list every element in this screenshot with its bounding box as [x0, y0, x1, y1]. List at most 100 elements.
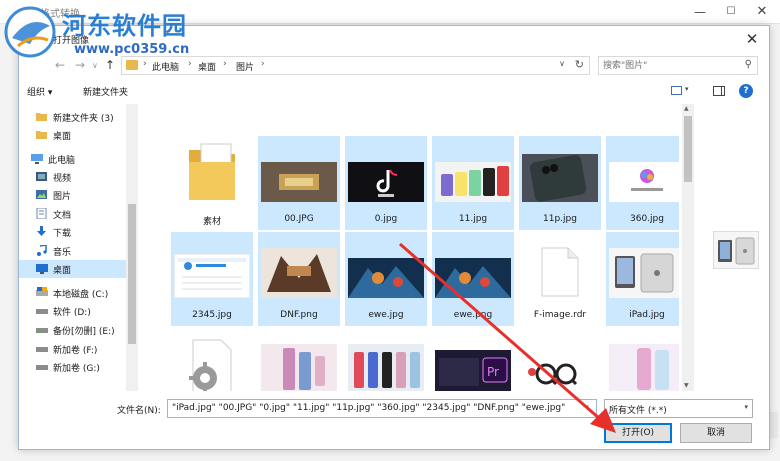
file-thumbnail	[187, 140, 237, 205]
sidebar-item-label: 本地磁盘 (C:)	[53, 290, 109, 300]
file-item[interactable]: p30.jpg	[345, 328, 427, 391]
chevron-down-icon[interactable]: ∨	[559, 59, 565, 68]
svg-text:Pr: Pr	[487, 365, 499, 379]
file-thumbnail	[609, 162, 679, 205]
close-icon[interactable]: ✕	[743, 30, 761, 48]
sidebar-item-label: 视频	[53, 174, 72, 184]
file-item[interactable]: Prpr.jpg	[432, 328, 514, 391]
file-type-value: 所有文件 (*.*)	[609, 406, 667, 416]
sidebar-item[interactable]: 新加卷 (F:)	[19, 340, 129, 358]
help-icon[interactable]: ?	[739, 84, 753, 98]
drive-icon	[36, 343, 48, 354]
file-thumbnail	[261, 344, 337, 391]
file-name: 11p.jpg	[543, 214, 577, 224]
file-name: 素材	[202, 217, 221, 227]
music-icon	[36, 244, 47, 256]
file-item[interactable]: vivo.jpg	[606, 328, 679, 391]
cancel-button[interactable]: 取消	[680, 423, 752, 443]
file-list-scrollbar[interactable]: ▲ ▼	[682, 104, 694, 391]
ipad-preview-icon	[718, 237, 755, 265]
sidebar-item[interactable]: 新建文件夹 (3)	[19, 108, 129, 126]
sidebar-scrollbar[interactable]	[126, 104, 138, 391]
new-folder-button[interactable]: 新建文件夹	[83, 85, 128, 98]
filename-input[interactable]: "iPad.jpg" "00.JPG" "0.jpg" "11.jpg" "11…	[167, 399, 597, 418]
file-item[interactable]: iPad.jpg	[606, 232, 679, 326]
preview-pane	[713, 231, 759, 269]
file-item[interactable]: OPPO.jpg	[258, 328, 340, 391]
refresh-icon[interactable]: ↻	[575, 58, 584, 71]
sidebar-item-label: 新建文件夹 (3)	[53, 114, 114, 124]
sidebar-item[interactable]: 新加卷 (G:)	[19, 358, 129, 376]
chevron-down-icon: ▾	[744, 403, 748, 411]
watermark-url: www.pc0359.cn	[74, 42, 190, 57]
chevron-down-icon[interactable]: ▾	[585, 403, 589, 411]
sidebar-item[interactable]: 此电脑	[19, 150, 129, 168]
organize-button[interactable]: 组织 ▾	[27, 85, 52, 98]
picture-icon	[36, 189, 47, 200]
file-item[interactable]: DNF.png	[258, 232, 340, 326]
sidebar-item[interactable]: 桌面	[19, 260, 129, 278]
file-item[interactable]: 360.jpg	[606, 136, 679, 230]
watermark-title: 河东软件园	[62, 11, 187, 40]
breadcrumb-separator: ›	[223, 59, 227, 69]
drive-icon	[36, 324, 48, 335]
breadcrumb-pictures[interactable]: 图片	[236, 60, 254, 73]
sidebar-item[interactable]: 文档	[19, 205, 129, 223]
watermark-logo-icon	[4, 6, 56, 58]
change-view-button[interactable]: ▾	[671, 85, 693, 99]
sidebar-item[interactable]: 图片	[19, 186, 129, 204]
file-item[interactable]: 11p.jpg	[519, 136, 601, 230]
sidebar-item-label: 音乐	[53, 248, 72, 258]
video-icon	[36, 171, 47, 182]
file-item[interactable]: LastOpen.ini	[171, 328, 253, 391]
sidebar-item[interactable]: 本地磁盘 (C:)	[19, 284, 129, 302]
open-file-dialog: 打开图像 ✕ ← → ∨ ↑ › 此电脑 › 桌面 › 图片 › ∨ ↻ ⚲ 组…	[18, 25, 770, 450]
disk-icon	[36, 287, 48, 298]
file-item[interactable]: 00.JPG	[258, 136, 340, 230]
navigation-pane: 新建文件夹 (3) 桌面 此电脑 视频 图片 文档 下载 音乐 桌面 本地磁盘 (C:) 软件 (D…	[19, 104, 139, 391]
file-list: 素材 00.JPG 0.jpg 11.jpg 11p.jpg 360.jpg 2345.jp…	[141, 104, 679, 391]
sidebar-item[interactable]: 桌面	[19, 126, 129, 144]
open-button[interactable]: 打开(O)	[604, 423, 672, 443]
scrollbar-thumb[interactable]	[684, 116, 692, 182]
file-thumbnail	[348, 162, 424, 205]
drive-icon	[36, 305, 48, 316]
sidebar-item-label: 文档	[53, 211, 72, 221]
preview-pane-icon[interactable]	[713, 86, 725, 96]
view-icon	[671, 86, 682, 95]
sidebar-item-label: 新加卷 (G:)	[53, 364, 100, 374]
minimize-button[interactable]: —	[690, 3, 710, 21]
file-thumbnail	[261, 162, 337, 205]
sidebar-item[interactable]: 软件 (D:)	[19, 302, 129, 320]
scroll-up-icon[interactable]: ▲	[684, 105, 689, 112]
file-thumbnail	[435, 162, 511, 205]
search-icon[interactable]: ⚲	[745, 59, 752, 70]
file-type-select[interactable]: 所有文件 (*.*) ▾	[604, 399, 753, 418]
search-box[interactable]: ⚲	[598, 56, 758, 75]
file-item[interactable]: F-image.rdr	[519, 232, 601, 326]
file-item[interactable]: 2345.jpg	[171, 232, 253, 326]
file-item[interactable]: qq.jpg	[519, 328, 601, 391]
file-item[interactable]: 0.jpg	[345, 136, 427, 230]
scrollbar-thumb[interactable]	[128, 204, 136, 344]
scroll-down-icon[interactable]: ▼	[684, 382, 689, 389]
sidebar-item-label: 软件 (D:)	[53, 308, 91, 318]
maximize-button[interactable]: ☐	[721, 3, 741, 21]
file-thumbnail	[348, 344, 424, 391]
file-item[interactable]: ewe.png	[432, 232, 514, 326]
file-thumbnail	[435, 258, 511, 301]
sidebar-item[interactable]: 音乐	[19, 242, 129, 260]
download-icon	[36, 226, 47, 237]
sidebar-item[interactable]: 备份[勿删] (E:)	[19, 321, 129, 339]
file-item[interactable]: 11.jpg	[432, 136, 514, 230]
app-close-button[interactable]: ✕	[752, 3, 772, 21]
sidebar-item[interactable]: 视频	[19, 168, 129, 186]
file-name: 00.JPG	[284, 214, 314, 224]
sidebar-item[interactable]: 下载	[19, 223, 129, 241]
file-name: iPad.jpg	[629, 310, 665, 320]
computer-icon	[31, 153, 43, 164]
search-input[interactable]	[603, 59, 733, 72]
file-item[interactable]: 素材	[171, 136, 253, 230]
file-name: 11.jpg	[458, 214, 488, 224]
file-item[interactable]: ewe.jpg	[345, 232, 427, 326]
